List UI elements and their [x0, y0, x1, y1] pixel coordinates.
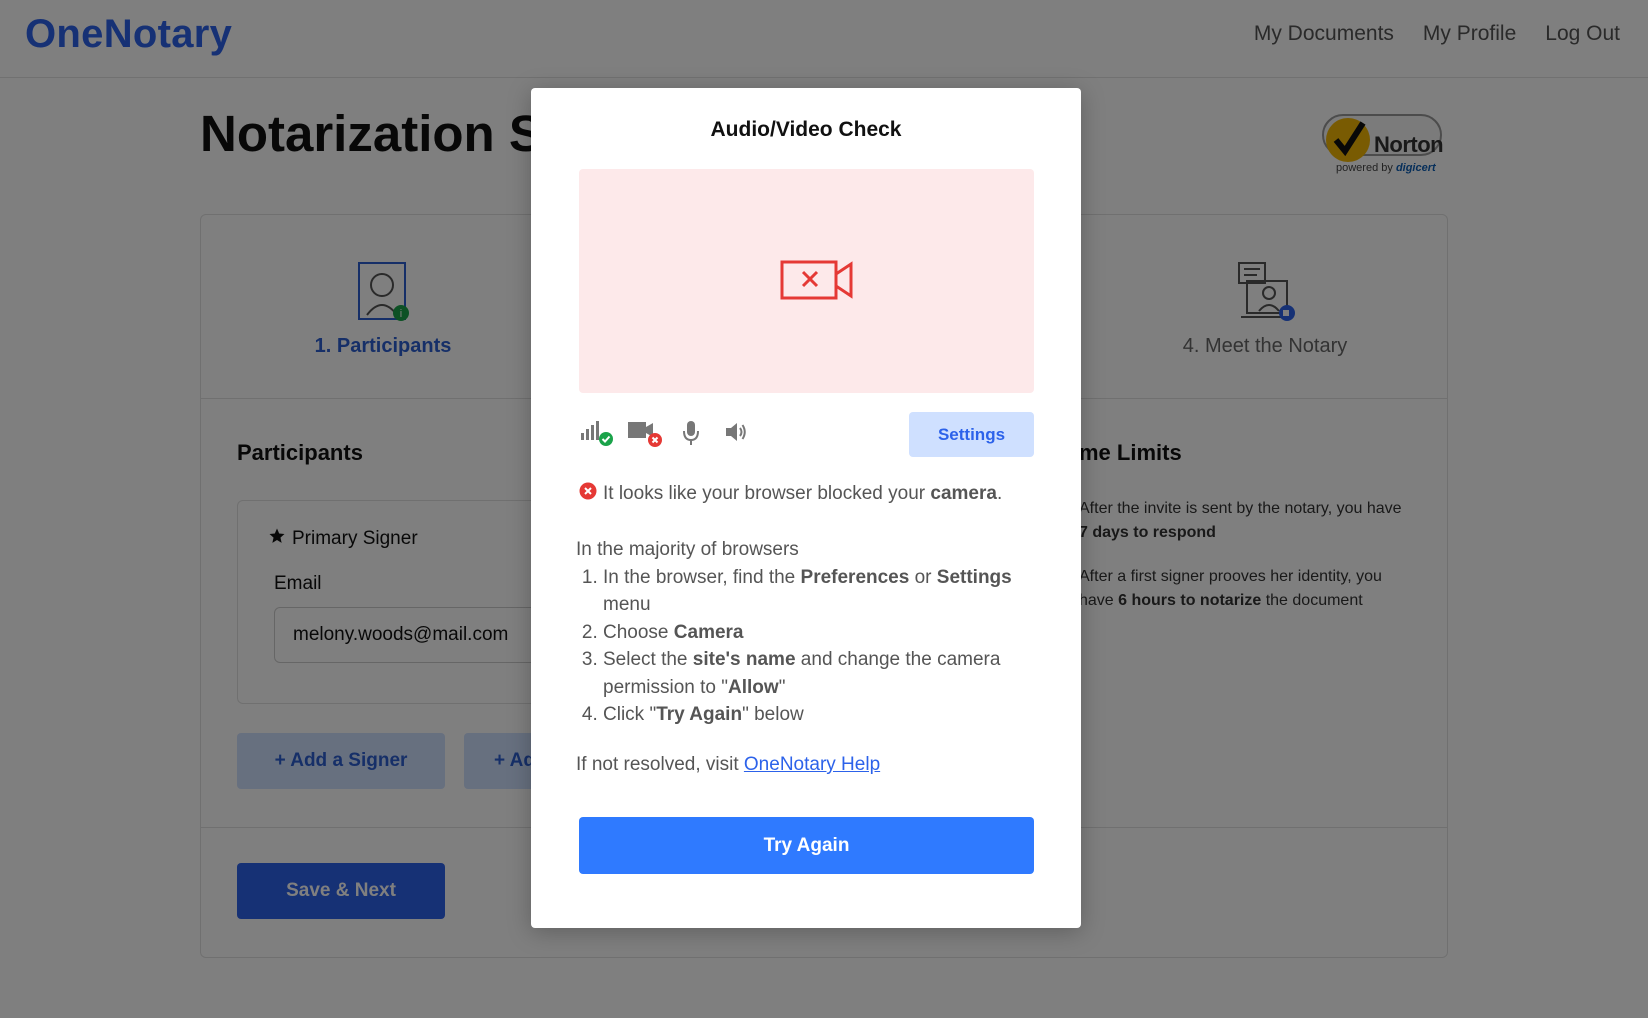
- instructions-intro: In the majority of browsers: [576, 539, 799, 560]
- try-again-button[interactable]: Try Again: [579, 817, 1034, 874]
- camera-blocked-message: It looks like your browser blocked your …: [579, 482, 1002, 506]
- error-icon: [579, 482, 597, 506]
- error-text: It looks like your browser blocked your …: [603, 483, 1003, 504]
- camera-blocked-status-icon[interactable]: [626, 420, 664, 453]
- audio-video-check-modal: Audio/Video Check Settings It looks like…: [531, 88, 1081, 928]
- camera-preview: [579, 169, 1034, 393]
- instruction-step-4: Click "Try Again" below: [603, 701, 1036, 729]
- instruction-step-3: Select the site's name and change the ca…: [603, 646, 1036, 701]
- instructions: In the majority of browsers In the brows…: [576, 536, 1036, 729]
- instructions-list: In the browser, find the Preferences or …: [576, 564, 1036, 729]
- speaker-icon[interactable]: [724, 420, 748, 453]
- onenotary-help-link[interactable]: OneNotary Help: [744, 754, 880, 775]
- instruction-step-2: Choose Camera: [603, 619, 1036, 647]
- instruction-step-1: In the browser, find the Preferences or …: [603, 564, 1036, 619]
- modal-title: Audio/Video Check: [710, 118, 902, 141]
- microphone-icon[interactable]: [681, 420, 701, 453]
- signal-ok-icon: [579, 420, 613, 453]
- camera-blocked-icon: [780, 260, 853, 300]
- settings-button[interactable]: Settings: [909, 412, 1034, 457]
- help-text: If not resolved, visit OneNotary Help: [576, 754, 881, 775]
